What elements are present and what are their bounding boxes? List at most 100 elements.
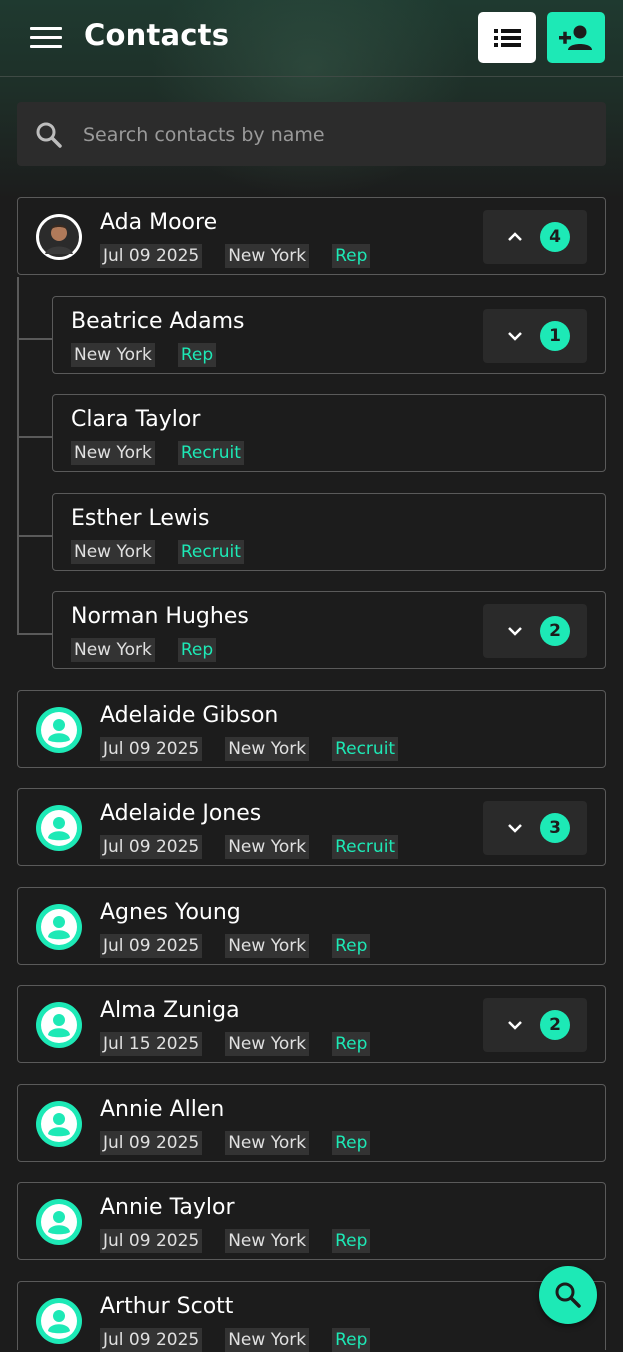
chevron-down-icon bbox=[508, 824, 522, 833]
chevron-up-icon bbox=[508, 232, 522, 241]
date-tag: Jul 09 2025 bbox=[100, 1328, 203, 1352]
location-tag: New York bbox=[225, 934, 310, 958]
expand-button[interactable]: 1 bbox=[483, 309, 587, 363]
search-fab-button[interactable] bbox=[539, 1266, 597, 1324]
add-contact-button[interactable] bbox=[547, 12, 605, 63]
expand-button[interactable]: 2 bbox=[483, 604, 587, 658]
date-tag: Jul 09 2025 bbox=[100, 835, 203, 859]
person-icon bbox=[41, 1007, 77, 1043]
sub-contact-count-badge: 1 bbox=[540, 321, 570, 351]
contact-card[interactable]: Agnes Young Jul 09 2025 New York Rep bbox=[17, 887, 606, 965]
contact-card[interactable]: Arthur Scott Jul 09 2025 New York Rep bbox=[17, 1281, 606, 1352]
sub-contact-count-badge: 3 bbox=[540, 813, 570, 843]
person-icon bbox=[41, 1204, 77, 1240]
contact-name: Clara Taylor bbox=[71, 407, 201, 432]
date-tag: Jul 09 2025 bbox=[100, 244, 203, 268]
avatar bbox=[36, 1199, 82, 1245]
contact-card[interactable]: Annie Allen Jul 09 2025 New York Rep bbox=[17, 1084, 606, 1162]
contact-tags: New York Rep bbox=[71, 638, 217, 662]
sub-contact-count-badge: 4 bbox=[540, 222, 570, 252]
role-tag: Rep bbox=[332, 1131, 371, 1155]
hamburger-menu-icon[interactable] bbox=[30, 24, 62, 52]
role-tag: Rep bbox=[332, 1229, 371, 1253]
page-title: Contacts bbox=[84, 18, 230, 52]
role-tag: Rep bbox=[177, 638, 217, 662]
contact-tags: New York Rep bbox=[71, 343, 217, 367]
tree-connector bbox=[17, 277, 19, 634]
date-tag: Jul 09 2025 bbox=[100, 737, 203, 761]
contact-tags: Jul 09 2025 New York Rep bbox=[100, 1229, 371, 1253]
contact-tags: Jul 09 2025 New York Rep bbox=[100, 1328, 371, 1352]
contact-name: Annie Taylor bbox=[100, 1195, 235, 1220]
contact-name: Alma Zuniga bbox=[100, 998, 240, 1023]
location-tag: New York bbox=[225, 1032, 310, 1056]
role-tag: Recruit bbox=[177, 441, 244, 465]
contact-name: Annie Allen bbox=[100, 1097, 225, 1122]
role-tag: Recruit bbox=[332, 737, 399, 761]
location-tag: New York bbox=[71, 638, 155, 662]
top-app-bar: Contacts bbox=[0, 0, 623, 77]
contact-tags: Jul 09 2025 New York Recruit bbox=[100, 835, 399, 859]
search-icon bbox=[555, 1282, 581, 1308]
chevron-down-icon bbox=[508, 332, 522, 341]
sub-contact-card[interactable]: Esther Lewis New York Recruit bbox=[52, 493, 606, 571]
date-tag: Jul 09 2025 bbox=[100, 934, 203, 958]
contact-name: Beatrice Adams bbox=[71, 309, 245, 334]
sub-contact-count-badge: 2 bbox=[540, 616, 570, 646]
chevron-down-icon bbox=[508, 627, 522, 636]
contact-card[interactable]: Alma Zuniga Jul 15 2025 New York Rep 2 bbox=[17, 985, 606, 1063]
sub-contact-count-badge: 2 bbox=[540, 1010, 570, 1040]
person-icon bbox=[41, 1303, 77, 1339]
list-view-icon bbox=[494, 29, 521, 47]
sub-contact-card[interactable]: Norman Hughes New York Rep 2 bbox=[52, 591, 606, 669]
contact-tags: New York Recruit bbox=[71, 540, 244, 564]
location-tag: New York bbox=[71, 540, 155, 564]
location-tag: New York bbox=[225, 835, 310, 859]
avatar bbox=[36, 805, 82, 851]
contact-card[interactable]: Ada Moore Jul 09 2025 New York Rep 4 bbox=[17, 197, 606, 275]
contact-card[interactable]: Adelaide Jones Jul 09 2025 New York Recr… bbox=[17, 788, 606, 866]
contact-tags: Jul 09 2025 New York Rep bbox=[100, 244, 371, 268]
location-tag: New York bbox=[71, 441, 155, 465]
tree-connector bbox=[17, 338, 53, 340]
person-icon bbox=[41, 1106, 77, 1142]
sub-contact-card[interactable]: Beatrice Adams New York Rep 1 bbox=[52, 296, 606, 374]
avatar bbox=[36, 1298, 82, 1344]
contact-tags: New York Recruit bbox=[71, 441, 244, 465]
contact-name: Adelaide Jones bbox=[100, 801, 262, 826]
avatar bbox=[36, 707, 82, 753]
contact-tags: Jul 09 2025 New York Rep bbox=[100, 1131, 371, 1155]
contact-name: Ada Moore bbox=[100, 210, 218, 235]
role-tag: Rep bbox=[177, 343, 217, 367]
role-tag: Recruit bbox=[177, 540, 244, 564]
avatar bbox=[36, 904, 82, 950]
contact-name: Agnes Young bbox=[100, 900, 241, 925]
collapse-button[interactable]: 4 bbox=[483, 210, 587, 264]
contact-tags: Jul 09 2025 New York Rep bbox=[100, 934, 371, 958]
contact-name: Adelaide Gibson bbox=[100, 703, 279, 728]
location-tag: New York bbox=[225, 1131, 310, 1155]
person-icon bbox=[41, 909, 77, 945]
person-icon bbox=[41, 712, 77, 748]
tree-connector bbox=[17, 436, 53, 438]
list-view-button[interactable] bbox=[478, 12, 536, 63]
location-tag: New York bbox=[225, 737, 310, 761]
role-tag: Recruit bbox=[332, 835, 399, 859]
avatar bbox=[36, 1002, 82, 1048]
tree-connector bbox=[17, 535, 53, 537]
role-tag: Rep bbox=[332, 1032, 371, 1056]
expand-button[interactable]: 3 bbox=[483, 801, 587, 855]
search-input[interactable] bbox=[81, 116, 585, 154]
sub-contact-card[interactable]: Clara Taylor New York Recruit bbox=[52, 394, 606, 472]
contact-card[interactable]: Adelaide Gibson Jul 09 2025 New York Rec… bbox=[17, 690, 606, 768]
location-tag: New York bbox=[225, 1328, 310, 1352]
avatar bbox=[36, 1101, 82, 1147]
search-bar[interactable] bbox=[17, 102, 606, 166]
date-tag: Jul 15 2025 bbox=[100, 1032, 203, 1056]
expand-button[interactable]: 2 bbox=[483, 998, 587, 1052]
date-tag: Jul 09 2025 bbox=[100, 1131, 203, 1155]
location-tag: New York bbox=[225, 244, 310, 268]
add-person-icon bbox=[559, 25, 592, 50]
contact-name: Arthur Scott bbox=[100, 1294, 234, 1319]
contact-card[interactable]: Annie Taylor Jul 09 2025 New York Rep bbox=[17, 1182, 606, 1260]
